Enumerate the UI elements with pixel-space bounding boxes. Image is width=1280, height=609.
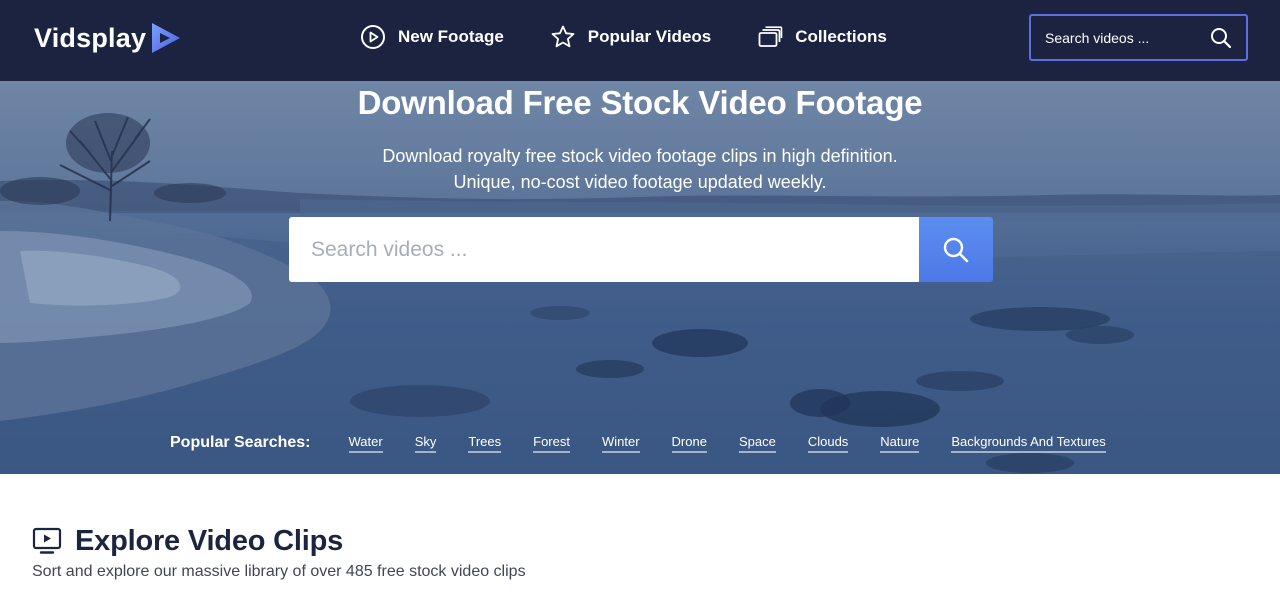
top-nav: Vidsplay New Footage Popular Videos Coll… bbox=[0, 0, 1280, 81]
hero-subtitle-line1: Download royalty free stock video footag… bbox=[382, 146, 898, 166]
tag-nature[interactable]: Nature bbox=[880, 434, 920, 453]
explore-subtitle: Sort and explore our massive library of … bbox=[32, 563, 526, 580]
hero-banner: Download Free Stock Video Footage Downlo… bbox=[0, 81, 1280, 474]
popular-searches-label: Popular Searches: bbox=[170, 434, 311, 451]
star-icon bbox=[551, 25, 575, 48]
nav-collections[interactable]: Collections bbox=[757, 24, 887, 50]
collections-icon bbox=[758, 26, 783, 47]
hero-title: Download Free Stock Video Footage bbox=[357, 84, 923, 121]
explore-title: Explore Video Clips bbox=[75, 524, 344, 557]
hero-subtitle-line2: Unique, no-cost video footage updated we… bbox=[453, 172, 827, 192]
nav-collections-label: Collections bbox=[795, 27, 887, 46]
tag-winter[interactable]: Winter bbox=[601, 434, 640, 453]
hero-search-input[interactable] bbox=[289, 217, 919, 282]
nav-new-footage[interactable]: New Footage bbox=[360, 24, 504, 50]
nav-search-box bbox=[1029, 14, 1248, 61]
hero-subtitle: Download royalty free stock video footag… bbox=[0, 143, 1280, 195]
tag-water[interactable]: Water bbox=[348, 434, 383, 453]
tag-space[interactable]: Space bbox=[738, 434, 776, 453]
tag-sky[interactable]: Sky bbox=[414, 434, 437, 453]
tag-trees[interactable]: Trees bbox=[468, 434, 502, 453]
nav-search-icon[interactable] bbox=[1210, 27, 1232, 49]
main-menu: New Footage Popular Videos Collections bbox=[360, 22, 887, 52]
logo-text: Vidsplay bbox=[34, 22, 147, 53]
popular-searches: Popular Searches: Water Sky Trees Forest… bbox=[170, 431, 1106, 455]
logo-play-icon bbox=[152, 23, 181, 53]
nav-popular-videos-label: Popular Videos bbox=[587, 27, 712, 46]
tag-drone[interactable]: Drone bbox=[671, 434, 707, 453]
explore-header: Explore Video Clips bbox=[32, 523, 343, 559]
monitor-play-icon bbox=[32, 527, 62, 554]
logo[interactable]: Vidsplay bbox=[34, 18, 183, 58]
tag-backgrounds-and-textures[interactable]: Backgrounds And Textures bbox=[951, 434, 1106, 453]
hero-search-button[interactable] bbox=[919, 217, 993, 282]
tag-clouds[interactable]: Clouds bbox=[807, 434, 849, 453]
hero-search-box bbox=[289, 217, 993, 282]
search-icon bbox=[943, 237, 969, 262]
play-circle-icon bbox=[361, 25, 385, 49]
nav-popular-videos[interactable]: Popular Videos bbox=[550, 24, 711, 50]
nav-new-footage-label: New Footage bbox=[398, 27, 504, 46]
nav-search-input[interactable] bbox=[1031, 16, 1201, 59]
tag-forest[interactable]: Forest bbox=[533, 434, 570, 453]
